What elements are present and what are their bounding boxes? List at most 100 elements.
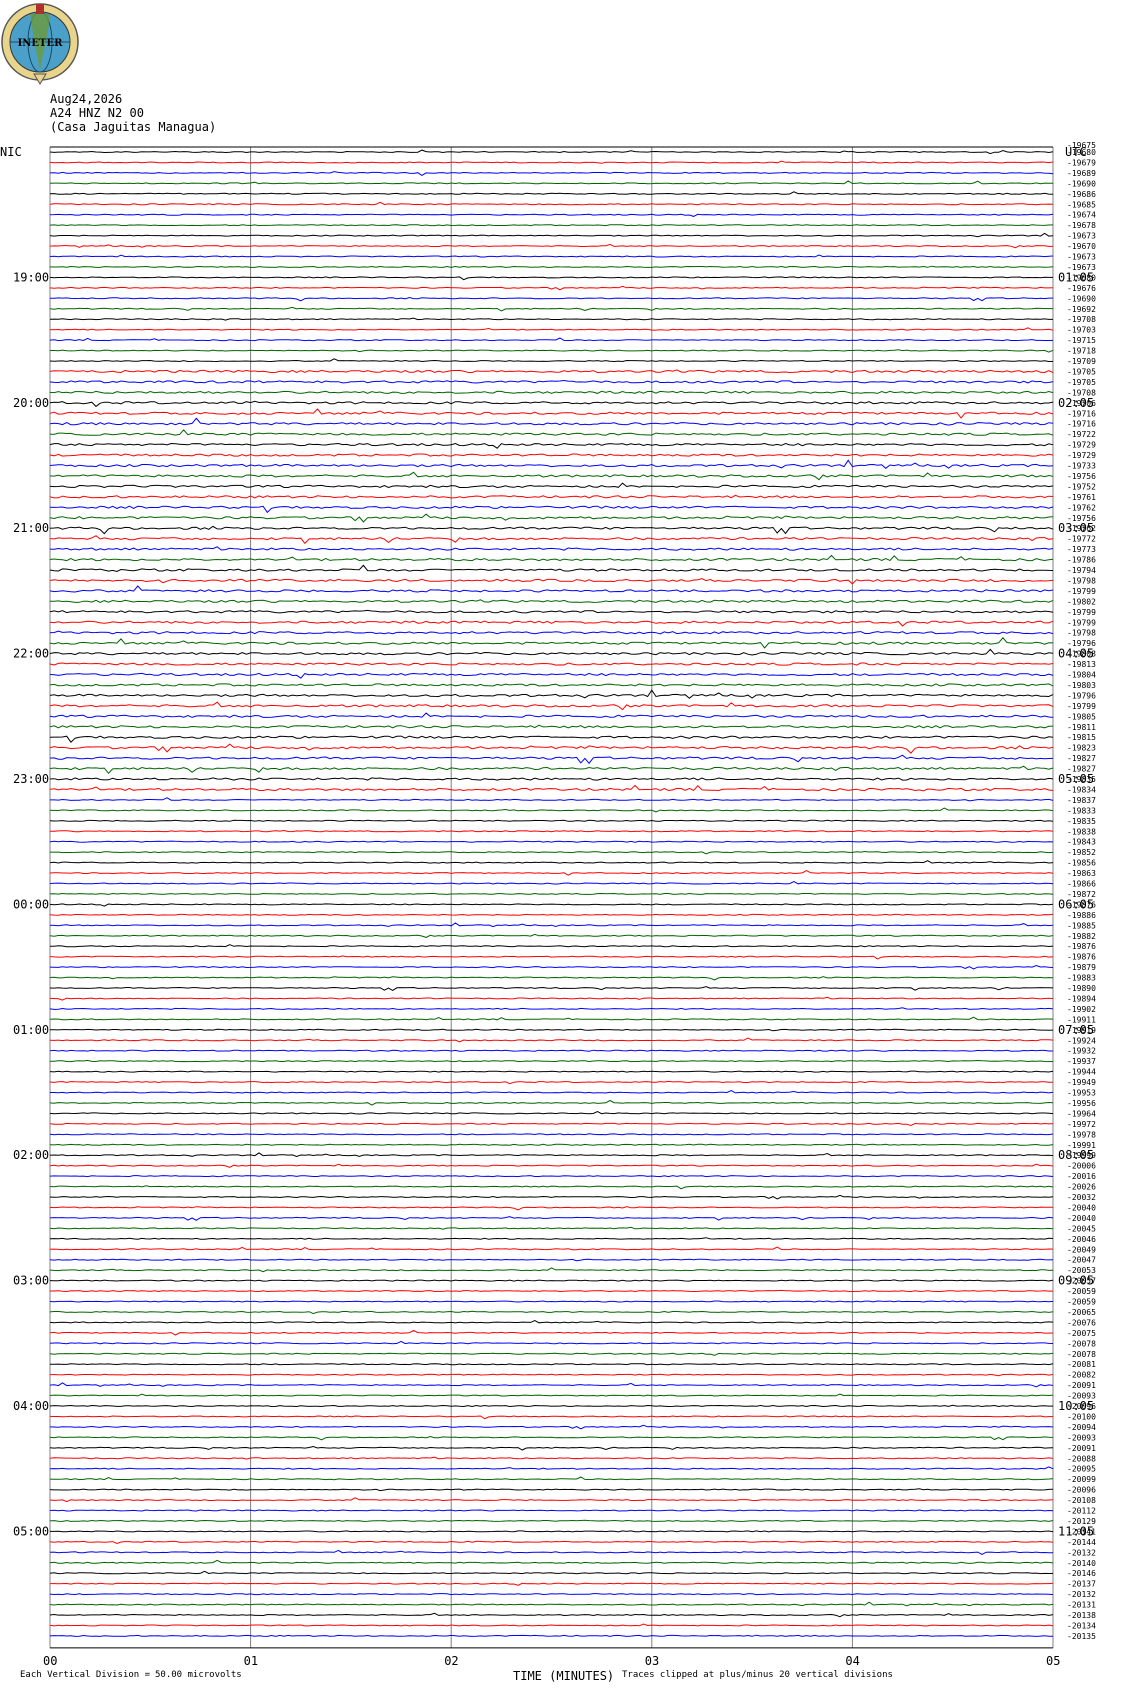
x-tick-label: 02 [444, 1654, 458, 1668]
trace-line [49, 1049, 1053, 1052]
trace-offset-label: -19686 [1067, 190, 1096, 199]
trace-line [49, 1037, 1054, 1043]
x-tick-label: 01 [244, 1654, 258, 1668]
trace-offset-label: -19673 [1067, 232, 1096, 241]
clip-note: Traces clipped at plus/minus 20 vertical… [622, 1670, 893, 1680]
trace-offset-label: -19798 [1067, 629, 1096, 638]
trace-offset-label: -19883 [1067, 974, 1096, 983]
trace-line [50, 1090, 1054, 1094]
trace-offset-label: -19690 [1067, 179, 1096, 188]
trace-offset-label: -20026 [1067, 1183, 1096, 1192]
trace-offset-label: -19752 [1067, 482, 1096, 491]
trace-offset-label: -20094 [1067, 1423, 1096, 1432]
trace-offset-label: -19843 [1067, 838, 1096, 847]
trace-offset-label: -19937 [1067, 1057, 1096, 1066]
trace-line [49, 1310, 1054, 1315]
x-tick-label: 03 [645, 1654, 659, 1668]
right-hour-label: 04:05 [1058, 647, 1094, 661]
trace-line [49, 1415, 1053, 1420]
trace-offset-label: -20040 [1067, 1203, 1096, 1212]
trace-line [49, 1456, 1054, 1460]
trace-offset-label: -20059 [1067, 1287, 1096, 1296]
trace-offset-label: -19709 [1067, 357, 1096, 366]
trace-line [49, 1404, 1053, 1408]
trace-offset-label: -19678 [1067, 221, 1096, 230]
trace-line [49, 232, 1054, 238]
trace-line [49, 637, 1054, 649]
trace-line [50, 1582, 1054, 1586]
trace-offset-label: -20088 [1067, 1454, 1096, 1463]
trace-line [49, 662, 1054, 666]
trace-line [50, 1059, 1054, 1063]
trace-line [49, 1612, 1054, 1618]
trace-line [49, 564, 1054, 573]
trace-line [49, 535, 1054, 545]
trace-offset-label: -20137 [1067, 1580, 1096, 1589]
trace-offset-label: -19670 [1067, 242, 1096, 251]
trace-offset-label: -19729 [1067, 441, 1096, 450]
trace-offset-label: -19805 [1067, 712, 1096, 721]
trace-line [49, 1593, 1054, 1596]
left-hour-label: 05:00 [13, 1524, 49, 1538]
trace-offset-label: -20081 [1067, 1360, 1096, 1369]
trace-line [49, 471, 1054, 481]
left-hour-label: 21:00 [13, 521, 49, 535]
x-tick-label: 04 [845, 1654, 859, 1668]
trace-line [49, 171, 1054, 176]
trace-offset-label: -19885 [1067, 921, 1096, 930]
trace-line [49, 1549, 1053, 1555]
trace-line [49, 1143, 1054, 1146]
trace-line [49, 630, 1054, 635]
trace-line [49, 1424, 1054, 1430]
trace-offset-label: -19863 [1067, 869, 1096, 878]
trace-line [49, 1601, 1054, 1607]
right-hour-label: 09:05 [1058, 1274, 1094, 1288]
trace-line [49, 1476, 1054, 1481]
trace-line [49, 1393, 1054, 1397]
trace-line [49, 459, 1054, 469]
right-zone-label: UTC [1065, 145, 1087, 159]
trace-line [49, 922, 1054, 928]
x-axis-title: TIME (MINUTES) [513, 1669, 614, 1683]
trace-line [49, 819, 1054, 822]
trace-offset-label: -20132 [1067, 1548, 1096, 1557]
trace-offset-label: -20135 [1067, 1632, 1096, 1641]
trace-line [49, 1175, 1054, 1178]
trace-offset-label: -19838 [1067, 827, 1096, 836]
left-hour-label: 19:00 [13, 270, 49, 284]
trace-line [49, 317, 1053, 321]
trace-offset-label: -19866 [1067, 880, 1096, 889]
trace-offset-label: -20096 [1067, 1486, 1096, 1495]
right-hour-label: 03:05 [1058, 521, 1094, 535]
trace-offset-label: -20112 [1067, 1507, 1096, 1516]
trace-line [49, 964, 1054, 970]
division-value: 50.00 microvolts [155, 1670, 242, 1680]
trace-offset-label: -19902 [1067, 1005, 1096, 1014]
trace-offset-label: -19823 [1067, 744, 1096, 753]
trace-offset-label: -20140 [1067, 1559, 1096, 1568]
trace-line [49, 683, 1054, 687]
trace-offset-label: -20075 [1067, 1329, 1096, 1338]
trace-offset-label: -19890 [1067, 984, 1096, 993]
trace-line [49, 807, 1054, 813]
trace-offset-label: -20138 [1067, 1611, 1096, 1620]
trace-offset-label: -19794 [1067, 566, 1096, 575]
trace-line [49, 1519, 1054, 1522]
left-hour-label: 02:00 [13, 1148, 49, 1162]
trace-offset-label: -20091 [1067, 1444, 1096, 1453]
trace-line [49, 1319, 1054, 1324]
trace-line [49, 243, 1053, 249]
trace-line [49, 1559, 1054, 1564]
trace-line [49, 1185, 1054, 1190]
trace-offset-label: -20093 [1067, 1433, 1096, 1442]
trace-line [49, 933, 1054, 938]
trace-line [49, 160, 1054, 164]
trace-line [50, 1530, 1054, 1533]
right-hour-label: 11:05 [1058, 1524, 1094, 1538]
trace-offset-label: -19796 [1067, 691, 1096, 700]
trace-offset-label: -20049 [1067, 1245, 1096, 1254]
trace-offset-label: -19799 [1067, 608, 1096, 617]
left-hour-label: 22:00 [13, 647, 49, 661]
trace-offset-label: -19716 [1067, 420, 1096, 429]
trace-line [49, 870, 1054, 876]
